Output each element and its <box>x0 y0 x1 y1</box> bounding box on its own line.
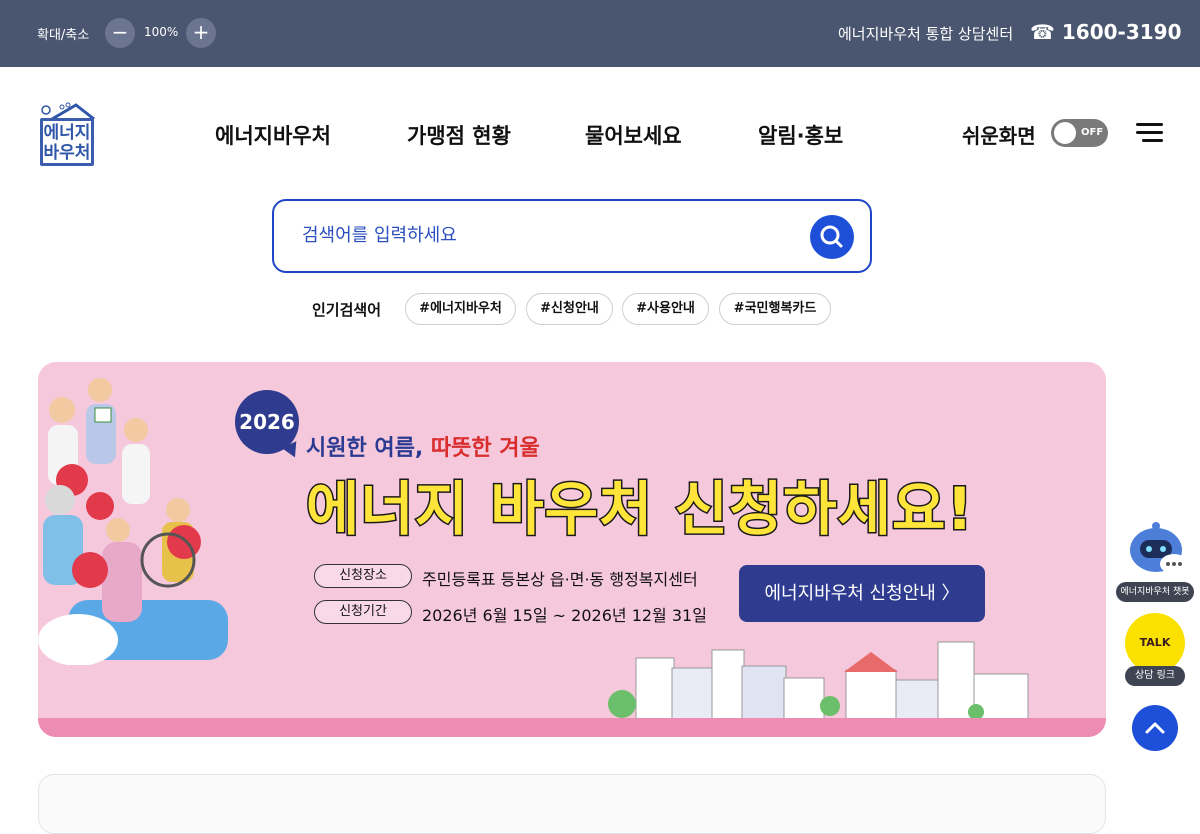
apply-period-value: 2026년 6월 15일 ~ 2026년 12월 31일 <box>422 606 707 625</box>
popular-search-label: 인기검색어 <box>312 301 382 319</box>
easy-view-label: 쉬운화면 <box>962 124 1036 148</box>
hamburger-menu-icon[interactable] <box>1136 122 1163 144</box>
slogan-winter: 따뜻한 겨울 <box>430 436 540 461</box>
kakao-talk-icon[interactable]: TALK <box>1125 613 1185 673</box>
people-illustration <box>38 378 228 665</box>
apply-guide-button[interactable]: 에너지바우처 신청안내 〉 <box>739 565 985 622</box>
popular-tag[interactable]: #에너지바우처 <box>405 293 516 325</box>
site-logo[interactable]: 에너지 바우처 <box>34 96 98 172</box>
call-center-phone[interactable]: ☎ 1600-3190 <box>1030 20 1182 44</box>
scroll-to-top-button[interactable] <box>1132 705 1178 751</box>
popular-tag[interactable]: #국민행복카드 <box>719 293 831 325</box>
kakao-talk-label[interactable]: 상담 링크 <box>1125 666 1185 686</box>
banner-headline: 에너지 바우처 신청하세요! <box>305 474 975 545</box>
chatbot-label[interactable]: 에너지바우처 챗봇 <box>1116 582 1194 602</box>
easy-view-toggle[interactable]: OFF <box>1051 119 1108 147</box>
popular-tag[interactable]: #신청안내 <box>526 293 613 325</box>
zoom-label: 확대/축소 <box>37 28 90 43</box>
search-box <box>272 199 872 273</box>
apply-place-label: 신청장소 <box>314 564 412 588</box>
next-content-section <box>38 774 1106 834</box>
apply-period-label: 신청기간 <box>314 600 412 624</box>
call-center-label: 에너지바우처 통합 상담센터 <box>838 25 1014 43</box>
buildings-illustration <box>608 641 1029 720</box>
zoom-level: 100% <box>144 25 179 39</box>
search-button[interactable] <box>810 215 854 259</box>
banner-slogan: 시원한 여름, 따뜻한 겨울 <box>306 430 540 462</box>
popular-tag[interactable]: #사용안내 <box>622 293 709 325</box>
banner-bottom-strip <box>38 718 1106 737</box>
nav-faq[interactable]: 물어보세요 <box>585 120 682 150</box>
nav-energy-voucher[interactable]: 에너지바우처 <box>215 120 331 150</box>
toggle-state: OFF <box>1081 127 1104 138</box>
zoom-out-button[interactable]: − <box>105 18 135 48</box>
zoom-in-button[interactable]: + <box>186 18 216 48</box>
chevron-up-icon <box>1145 722 1165 734</box>
nav-notice-promo[interactable]: 알림·홍보 <box>758 120 843 150</box>
nav-store-status[interactable]: 가맹점 현황 <box>407 120 511 150</box>
main-banner[interactable]: 2026 시원한 여름, 따뜻한 겨울 에너지 바우처 신청하세요! 신청장소 … <box>38 362 1106 737</box>
slogan-summer: 시원한 여름, <box>306 436 431 461</box>
apply-place-value: 주민등록표 등본상 읍·면·동 행정복지센터 <box>422 570 698 589</box>
toggle-knob <box>1054 122 1076 144</box>
search-input[interactable] <box>302 225 782 246</box>
logo-text: 에너지 바우처 <box>40 118 94 166</box>
top-utility-bar: 확대/축소 − 100% + 에너지바우처 통합 상담센터 ☎ 1600-319… <box>0 0 1200 67</box>
search-icon <box>820 225 843 248</box>
